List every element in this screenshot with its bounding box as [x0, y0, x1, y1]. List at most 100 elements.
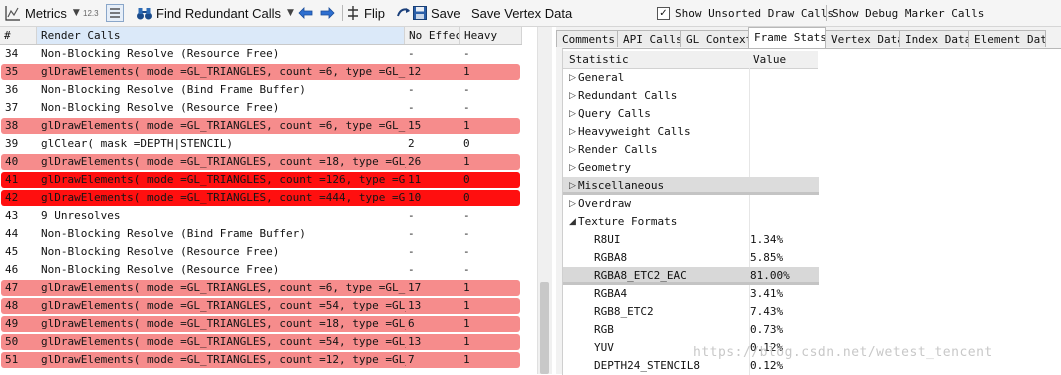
render-call-row[interactable]: 41 glDrawElements( mode =GL_TRIANGLES, co… — [0, 171, 522, 189]
stat-item[interactable]: RGB8_ETC2 7.43% — [563, 303, 819, 321]
stat-category[interactable]: ▷ Redundant Calls — [563, 87, 819, 105]
heavy-value: 1 — [463, 335, 470, 348]
tab-index-data[interactable]: Index Data — [899, 30, 969, 47]
expand-arrow-icon[interactable]: ▷ — [569, 195, 576, 213]
no-effect-value: 13 — [408, 335, 422, 348]
render-call-row[interactable]: 48 glDrawElements( mode =GL_TRIANGLES, co… — [0, 297, 522, 315]
column-header-no-effect[interactable]: No Effec — [405, 27, 460, 44]
render-call-row[interactable]: 42 glDrawElements( mode =GL_TRIANGLES, co… — [0, 189, 522, 207]
stat-category[interactable]: ▷ Overdraw — [563, 195, 819, 213]
render-call-row[interactable]: 46 Non-Blocking Resolve (Resource Free) - - — [0, 261, 522, 279]
metrics-badge[interactable]: 12.3 — [83, 0, 99, 26]
stat-category[interactable]: ▷ General — [563, 69, 819, 87]
render-call-row[interactable]: 51 glDrawElements( mode =GL_TRIANGLES, co… — [0, 351, 522, 369]
list-view-button[interactable] — [106, 0, 124, 26]
column-header-heavy[interactable]: Heavy — [460, 27, 522, 44]
expand-arrow-icon[interactable]: ▷ — [569, 105, 576, 123]
tab-comments[interactable]: Comments — [556, 30, 618, 47]
undo-button[interactable] — [395, 0, 411, 26]
render-call-row[interactable]: 35 glDrawElements( mode =GL_TRIANGLES, co… — [0, 63, 522, 81]
tab-gl-context[interactable]: GL Context — [680, 30, 749, 47]
render-call-row[interactable]: 34 Non-Blocking Resolve (Resource Free) - - — [0, 45, 522, 63]
scrollbar-thumb[interactable] — [540, 282, 549, 374]
tab-element-data[interactable]: Element Data — [968, 30, 1046, 47]
binoculars-icon — [136, 6, 153, 21]
row-number: 39 — [5, 137, 19, 150]
frame-stats-header: Statistic Value — [563, 51, 818, 69]
render-call-text: Non-Blocking Resolve (Bind Frame Buffer) — [41, 227, 306, 240]
previous-button[interactable] — [298, 0, 313, 26]
render-call-row[interactable]: 45 Non-Blocking Resolve (Resource Free) - - — [0, 243, 522, 261]
render-call-text: Non-Blocking Resolve (Bind Frame Buffer) — [41, 83, 306, 96]
expand-arrow-icon[interactable]: ▷ — [569, 123, 576, 141]
show-unsorted-draw-calls-checkbox[interactable]: ✓ Show Unsorted Draw Calls — [657, 0, 834, 26]
row-number: 36 — [5, 83, 19, 96]
expand-arrow-icon[interactable]: ▷ — [569, 177, 576, 195]
no-effect-value: - — [408, 83, 415, 96]
render-call-row[interactable]: 40 glDrawElements( mode =GL_TRIANGLES, co… — [0, 153, 522, 171]
render-calls-scrollbar[interactable] — [537, 27, 552, 374]
stat-label: RGB — [594, 323, 614, 336]
render-call-row[interactable]: 50 glDrawElements( mode =GL_TRIANGLES, co… — [0, 333, 522, 351]
render-call-text: 9 Unresolves — [41, 209, 121, 222]
save-vertex-data-label: Save Vertex Data — [471, 5, 573, 21]
find-redundant-calls-button[interactable]: Find Redundant Calls ▼ — [136, 0, 294, 26]
stat-category[interactable]: ▷ Miscellaneous — [563, 177, 819, 195]
stat-item[interactable]: R8UI 1.34% — [563, 231, 819, 249]
column-header-statistic[interactable]: Statistic — [566, 51, 629, 68]
show-debug-marker-calls-toggle[interactable]: Show Debug Marker Calls — [832, 0, 984, 26]
save-button[interactable]: Save — [413, 0, 461, 26]
no-effect-value: 17 — [408, 281, 422, 294]
flip-button[interactable]: Flip — [347, 0, 385, 26]
heavy-value: - — [463, 263, 470, 276]
column-header-render-calls[interactable]: Render Calls — [37, 27, 405, 44]
metrics-label: Metrics — [25, 5, 67, 21]
stat-category[interactable]: ▷ Query Calls — [563, 105, 819, 123]
no-effect-value: 7 — [408, 353, 415, 366]
no-effect-value: 26 — [408, 155, 422, 168]
stat-category[interactable]: ▷ Render Calls — [563, 141, 819, 159]
stat-item[interactable]: RGBA8_ETC2_EAC 81.00% — [563, 267, 819, 285]
stat-value: 7.43% — [750, 305, 784, 318]
heavy-value: - — [463, 83, 470, 96]
render-call-row[interactable]: 49 glDrawElements( mode =GL_TRIANGLES, co… — [0, 315, 522, 333]
expand-arrow-icon[interactable]: ▷ — [569, 69, 576, 87]
heavy-value: 1 — [463, 155, 470, 168]
render-call-row[interactable]: 44 Non-Blocking Resolve (Bind Frame Buffe… — [0, 225, 522, 243]
tab-api-calls[interactable]: API Calls — [617, 30, 681, 47]
next-button[interactable] — [320, 0, 335, 26]
arrow-right-icon — [320, 7, 335, 19]
expand-arrow-icon[interactable]: ▷ — [569, 87, 576, 105]
stat-item[interactable]: RGB 0.73% — [563, 321, 819, 339]
expand-arrow-icon[interactable]: ▷ — [569, 159, 576, 177]
row-number: 47 — [5, 281, 19, 294]
render-call-text: Non-Blocking Resolve (Resource Free) — [41, 245, 280, 258]
flip-icon — [347, 5, 359, 21]
stat-category[interactable]: ◢ Texture Formats — [563, 213, 819, 231]
metrics-button[interactable]: Metrics ▼ — [5, 0, 80, 26]
render-call-row[interactable]: 36 Non-Blocking Resolve (Bind Frame Buffe… — [0, 81, 522, 99]
stat-category[interactable]: ▷ Heavyweight Calls — [563, 123, 819, 141]
column-header-number[interactable]: # — [0, 27, 37, 44]
row-number: 42 — [5, 191, 19, 204]
render-call-row[interactable]: 39 glClear( mask =DEPTH|STENCIL) 2 0 — [0, 135, 522, 153]
stat-value: 0.73% — [750, 323, 784, 336]
render-call-row[interactable]: 47 glDrawElements( mode =GL_TRIANGLES, co… — [0, 279, 522, 297]
render-call-row[interactable]: 43 9 Unresolves - - — [0, 207, 522, 225]
stat-item[interactable]: RGBA8 5.85% — [563, 249, 819, 267]
details-tabs: Comments API Calls GL Context Frame Stats Ve… — [556, 27, 1061, 48]
tab-vertex-data[interactable]: Vertex Data — [825, 30, 900, 47]
stat-item[interactable]: RGBA4 3.41% — [563, 285, 819, 303]
details-panel: Comments API Calls GL Context Frame Stats Ve… — [556, 27, 1061, 375]
chevron-down-icon: ▼ — [72, 8, 80, 18]
save-vertex-data-button[interactable]: Save Vertex Data — [471, 0, 572, 26]
checkbox-checked-icon: ✓ — [657, 6, 670, 20]
expand-arrow-icon[interactable]: ▷ — [569, 141, 576, 159]
collapse-arrow-icon[interactable]: ◢ — [569, 213, 576, 231]
render-call-row[interactable]: 37 Non-Blocking Resolve (Resource Free) - - — [0, 99, 522, 117]
tab-frame-stats[interactable]: Frame Stats — [748, 27, 826, 48]
column-header-value[interactable]: Value — [750, 51, 786, 68]
render-call-row[interactable]: 38 glDrawElements( mode =GL_TRIANGLES, co… — [0, 117, 522, 135]
stat-category[interactable]: ▷ Geometry — [563, 159, 819, 177]
stat-label: Render Calls — [578, 143, 658, 156]
